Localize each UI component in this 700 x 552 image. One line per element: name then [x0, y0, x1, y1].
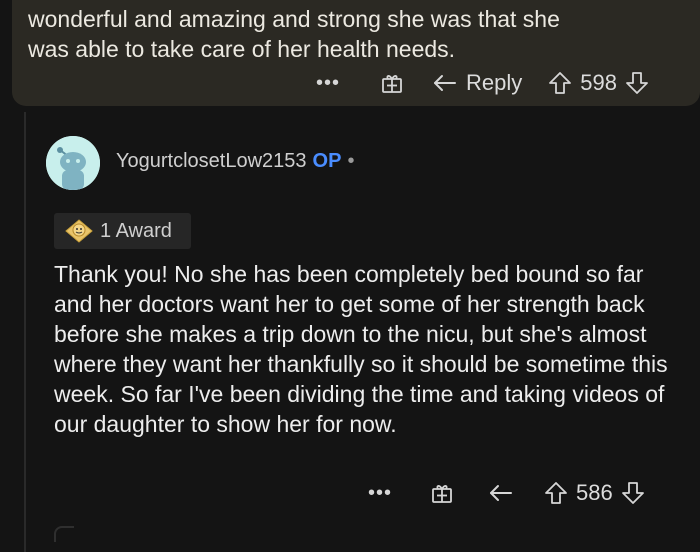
downvote-icon[interactable] [621, 481, 645, 505]
comment-author: YogurtclosetLow2153 OP • [116, 150, 354, 173]
reply-arrow-icon[interactable] [488, 482, 514, 504]
more-options-button[interactable]: ••• [316, 72, 340, 95]
snoo-avatar-icon [46, 136, 100, 190]
award-helpful-icon [64, 218, 94, 244]
parent-action-bar: ••• Reply 598 [316, 70, 649, 96]
vote-score: 598 [580, 70, 617, 95]
gift-award-icon[interactable] [380, 71, 404, 95]
gift-award-icon[interactable] [430, 481, 454, 505]
parent-comment-card: wonderful and amazing and strong she was… [12, 0, 700, 106]
parent-comment-text: wonderful and amazing and strong she was… [28, 4, 688, 64]
separator-dot: • [347, 150, 355, 172]
reply-action-bar: ••• 586 [368, 480, 645, 506]
downvote-icon[interactable] [625, 71, 649, 95]
upvote-icon[interactable] [548, 71, 572, 95]
award-badge[interactable]: 1 Award [54, 213, 191, 249]
upvote-icon[interactable] [544, 481, 568, 505]
award-label: 1 Award [100, 219, 172, 242]
more-options-button[interactable]: ••• [368, 482, 392, 505]
nested-thread-connector [54, 526, 74, 542]
reply-arrow-icon[interactable] [432, 72, 458, 94]
username-link[interactable]: YogurtclosetLow2153 [116, 150, 307, 172]
reply-button[interactable]: Reply [466, 70, 522, 96]
avatar[interactable] [46, 136, 100, 190]
parent-comment-line: was able to take care of her health need… [28, 36, 456, 62]
parent-comment-line: wonderful and amazing and strong she was… [28, 6, 560, 32]
comment-body: Thank you! No she has been completely be… [54, 261, 668, 437]
vote-score: 586 [576, 480, 613, 505]
thread-line[interactable] [24, 112, 26, 552]
op-badge: OP [312, 150, 342, 172]
